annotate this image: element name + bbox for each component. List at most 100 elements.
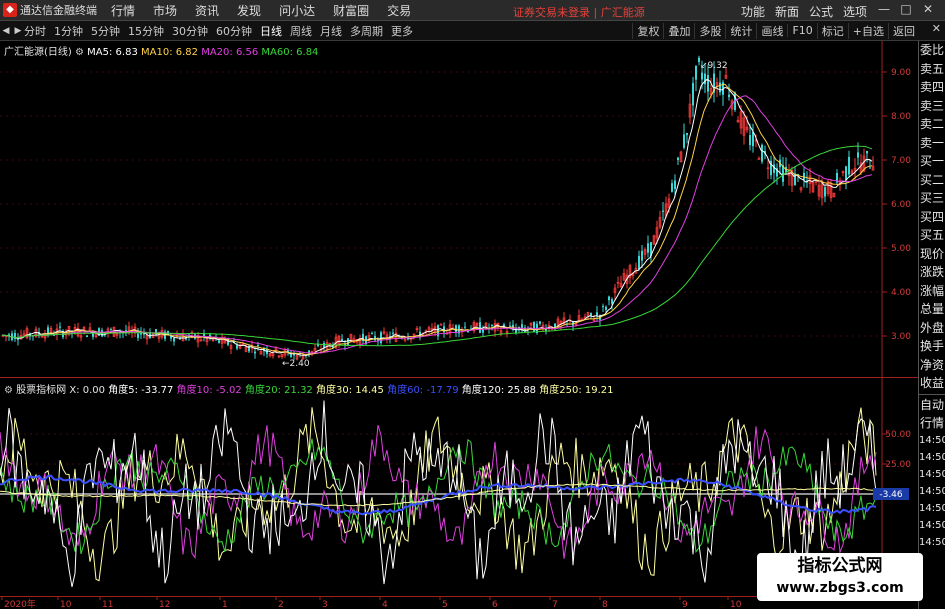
tool-f10[interactable]: F10 [787, 24, 816, 37]
menu-item-ask[interactable]: 问小达 [279, 2, 315, 19]
side-tab[interactable]: 买三 [919, 189, 945, 208]
tool-draw-line[interactable]: 画线 [756, 22, 787, 39]
candle-body [704, 73, 706, 85]
candle-body [590, 312, 592, 316]
menu-bar: ◆ 通达信金融终端 行情 市场 资讯 发现 问小达 财富圈 交易 证券交易未登录… [0, 0, 945, 21]
tab-period-multi[interactable]: 多周期 [350, 23, 383, 39]
settings-icon[interactable]: ⚙ [4, 385, 13, 396]
price-tick-label: 9.00 [891, 68, 911, 78]
side-tab[interactable]: 委比 [919, 41, 945, 60]
candle-body [683, 134, 685, 148]
tab-period-5min[interactable]: 5分钟 [91, 23, 120, 39]
tool-back[interactable]: 返回 [888, 22, 919, 39]
side-tab[interactable]: 涨跌 [919, 263, 945, 282]
candle-body [707, 74, 709, 92]
tab-period-60min[interactable]: 60分钟 [216, 23, 252, 39]
tool-overlay[interactable]: 叠加 [663, 22, 694, 39]
angle10-label: 角度10: -5.02 [176, 385, 242, 396]
tool-mark[interactable]: 标记 [816, 22, 848, 39]
side-tab[interactable]: 卖一 [919, 134, 945, 153]
menu-function[interactable]: 功能 [741, 3, 765, 20]
tab-period-daily[interactable]: 日线 [260, 23, 282, 39]
tab-period-15min[interactable]: 15分钟 [128, 23, 164, 39]
x-tick-label: 2020年 [4, 598, 36, 609]
x-tick-label: 10 [60, 600, 72, 609]
side-tab[interactable]: 买五 [919, 226, 945, 245]
tool-restore-rights[interactable]: 复权 [632, 22, 663, 39]
menu-new-layout[interactable]: 新面 [775, 3, 799, 20]
side-tab[interactable]: 现价 [919, 245, 945, 264]
side-tab[interactable]: 总量 [919, 300, 945, 319]
angle20-label: 角度20: 21.32 [244, 385, 313, 396]
side-tab[interactable]: 涨幅 [919, 282, 945, 301]
x-tick-label: 11 [102, 600, 113, 609]
tab-period-monthly[interactable]: 月线 [320, 23, 342, 39]
tool-add-watchlist[interactable]: +自选 [847, 22, 888, 39]
candle-body [602, 306, 604, 308]
candle-body [17, 338, 19, 340]
menu-item-discover[interactable]: 发现 [237, 2, 261, 19]
candle-body [749, 135, 751, 145]
settings-icon[interactable]: ⚙ [75, 47, 84, 58]
watermark-logo: 指标公式网 www.zbgs3.com [757, 553, 923, 601]
side-tab[interactable]: 卖三 [919, 97, 945, 116]
side-tab[interactable]: 买一 [919, 152, 945, 171]
watermark-url: www.zbgs3.com [776, 580, 904, 596]
close-panel-icon[interactable]: ✕ [932, 22, 941, 35]
menu-options[interactable]: 选项 [843, 3, 867, 20]
tab-period-30min[interactable]: 30分钟 [172, 23, 208, 39]
high-price-label: ↙9.32 [700, 61, 728, 71]
candle-body [692, 83, 694, 106]
app-logo-icon: ◆ [3, 3, 17, 17]
menu-item-wealth[interactable]: 财富圈 [333, 2, 369, 19]
login-status[interactable]: 证券交易未登录 | 广汇能源 [513, 4, 645, 20]
menu-item-news[interactable]: 资讯 [195, 2, 219, 19]
candle-body [533, 322, 535, 332]
side-tab[interactable]: 卖二 [919, 115, 945, 134]
side-tab[interactable]: 换手 [919, 337, 945, 356]
candle-body [638, 255, 640, 270]
candle-body [752, 131, 754, 147]
maximize-button[interactable]: □ [895, 2, 917, 16]
candle-body [347, 338, 349, 346]
tab-period-more[interactable]: 更多 [391, 23, 413, 39]
tick-time: 14:50 [919, 536, 945, 548]
candle-body [110, 329, 112, 331]
price-chart[interactable]: 9.00 8.00 7.00 6.00 5.00 4.00 3.00 ↙9.32 ←2.40 [0, 41, 918, 377]
candle-body [218, 340, 220, 343]
low-price-label: ←2.40 [282, 359, 310, 369]
tool-statistics[interactable]: 统计 [725, 22, 756, 39]
candle-body [608, 296, 610, 301]
candle-body [647, 243, 649, 253]
menu-item-quotes[interactable]: 行情 [111, 2, 135, 19]
tab-period-1min[interactable]: 1分钟 [54, 23, 83, 39]
candle-body [761, 144, 763, 162]
angle120-label: 角度120: 25.88 [461, 385, 537, 396]
side-tab[interactable]: 买四 [919, 208, 945, 227]
candle-body [662, 210, 664, 212]
scroll-right-icon[interactable]: ▶ [12, 26, 24, 36]
side-tab[interactable]: 卖五 [919, 60, 945, 79]
side-tab[interactable]: 行情 [919, 414, 945, 432]
candle-body [392, 332, 394, 334]
minimize-button[interactable]: — [873, 2, 895, 16]
x-tick-label: 6 [492, 600, 498, 609]
angle30-label: 角度30: 14.45 [315, 385, 384, 396]
scroll-left-icon[interactable]: ◀ [0, 26, 12, 36]
tab-period-timeshare[interactable]: 分时 [24, 23, 46, 39]
indicator-x-value: X: 0.00 [69, 385, 106, 396]
close-button[interactable]: ✕ [917, 2, 939, 16]
stock-name-header: 广汇能源 [600, 6, 645, 19]
x-tick-label: 9 [682, 600, 688, 609]
tool-multi-stock[interactable]: 多股 [694, 22, 725, 39]
menu-item-market[interactable]: 市场 [153, 2, 177, 19]
tab-period-weekly[interactable]: 周线 [290, 23, 312, 39]
side-tab[interactable]: 净资 [919, 356, 945, 375]
side-tab[interactable]: 买二 [919, 171, 945, 190]
side-tab[interactable]: 卖四 [919, 78, 945, 97]
side-tab[interactable]: 外盘 [919, 319, 945, 338]
side-tab[interactable]: 自动 [919, 396, 945, 414]
menu-item-trade[interactable]: 交易 [387, 2, 411, 19]
side-tab[interactable]: 收益 [919, 374, 945, 393]
menu-formula[interactable]: 公式 [809, 3, 833, 20]
